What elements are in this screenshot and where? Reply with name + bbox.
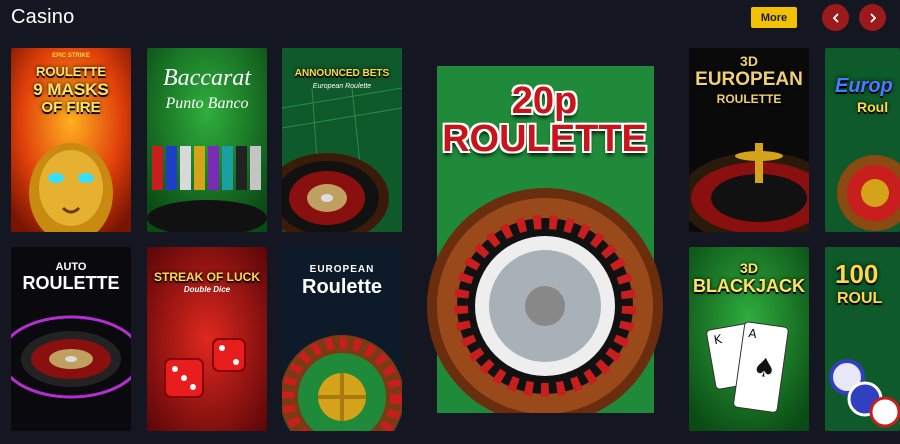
game-title: 20p ROULETTE (442, 80, 647, 160)
section-title: Casino (11, 6, 75, 28)
game-title: Baccarat (163, 65, 251, 91)
svg-text:♠: ♠ (751, 352, 778, 385)
game-tile-epic-roulette[interactable]: EPIC STRIKE ROULETTE 9 MASKS OF FIRE (11, 48, 131, 232)
game-tile-baccarat[interactable]: Baccarat Punto Banco (147, 48, 267, 232)
game-title: Europ (835, 75, 893, 97)
game-title: 3D (740, 53, 758, 69)
game-title: ROULETTE (35, 64, 107, 79)
game-title: Roulette (302, 276, 382, 298)
next-button[interactable] (859, 4, 886, 31)
more-button[interactable]: More (751, 7, 797, 28)
chevron-right-icon (870, 13, 876, 22)
game-title: ROUL (837, 290, 883, 307)
game-tile-streak-of-luck[interactable]: STREAK OF LUCK Double Dice (147, 247, 267, 431)
game-tile-3d-blackjack[interactable]: K A ♠ 3D BLACKJACK (689, 247, 809, 431)
game-top-label: EPIC STRIKE (52, 53, 90, 59)
chevron-left-icon (832, 13, 838, 22)
game-tile-100-roulette-partial[interactable]: 100 ROUL (825, 247, 900, 431)
game-title: ROULETTE (716, 92, 782, 106)
game-title: EUROPEAN (695, 69, 803, 90)
game-title: 9 MASKS (33, 80, 109, 99)
game-title: ROULETTE (22, 273, 120, 293)
game-tile-20p-roulette[interactable]: 20p ROULETTE (419, 66, 670, 413)
game-subtitle: Double Dice (183, 285, 231, 294)
game-title: STREAK OF LUCK (154, 270, 260, 284)
game-title: EUROPEAN (309, 264, 375, 275)
game-tile-announced-bets[interactable]: ANNOUNCED BETS European Roulette (282, 48, 402, 232)
game-title: Roul (857, 99, 889, 115)
game-tile-european-roulette[interactable]: EUROPEAN Roulette (282, 247, 402, 431)
game-tile-european-roulette-partial[interactable]: Europ Roul (825, 48, 900, 232)
prev-button[interactable] (822, 4, 849, 31)
game-title: BLACKJACK (693, 276, 805, 296)
game-subtitle: Punto Banco (165, 95, 249, 112)
game-subtitle: European Roulette (312, 83, 372, 90)
game-tile-3d-european-roulette[interactable]: 3D EUROPEAN ROULETTE (689, 48, 809, 232)
game-title: 100 (835, 259, 879, 289)
game-title: AUTO (55, 261, 87, 273)
game-title: 3D (740, 260, 758, 276)
game-tile-auto-roulette[interactable]: AUTO ROULETTE (11, 247, 131, 431)
game-title: ANNOUNCED BETS (294, 68, 390, 79)
game-title: OF FIRE (41, 99, 101, 116)
